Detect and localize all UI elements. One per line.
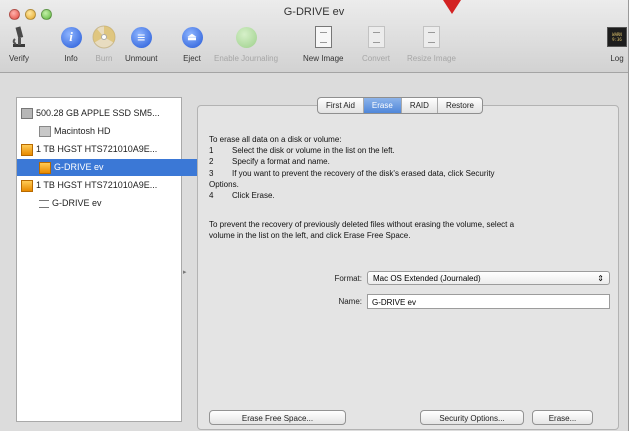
ssd-icon [21,108,33,120]
erase-intro-text: To erase all data on a disk or volume: [209,135,342,144]
info-button[interactable]: i Info [58,24,84,63]
new-image-button[interactable]: New Image [303,24,343,63]
convert-icon [367,26,385,48]
convert-button[interactable]: Convert [362,24,390,63]
tab-raid[interactable]: RAID [402,98,438,113]
name-label: Name: [338,297,362,306]
step-text: Select the disk or volume in the list on… [232,146,395,155]
step-number: 2 [209,157,214,166]
verify-button[interactable]: Verify [6,24,32,63]
step-number: 1 [209,146,214,155]
burn-button[interactable]: Burn [91,24,117,63]
sidebar-disk-apple-ssd[interactable]: 500.28 GB APPLE SSD SM5... [17,105,185,122]
external-disk-icon [21,143,33,156]
erase-free-space-button[interactable]: Erase Free Space... [209,410,346,425]
disk-utility-window: G-DRIVE ev Verify i Info Burn ≡ Unmount … [0,0,629,431]
tab-first-aid[interactable]: First Aid [318,98,364,113]
annotation-arrow [443,0,461,14]
erase-button[interactable]: Erase... [532,410,593,425]
tab-restore[interactable]: Restore [438,98,482,113]
format-select[interactable]: Mac OS Extended (Journaled) ⇕ [367,271,610,285]
volume-icon [39,126,51,138]
volume-name-input[interactable]: G-DRIVE ev [367,294,610,309]
burn-disc-icon [91,24,117,50]
format-label: Format: [334,274,362,283]
step-text-continued: Options. [209,180,239,189]
free-space-note: To prevent the recovery of previously de… [209,220,515,229]
step-text: Specify a format and name. [232,157,330,166]
unmount-button[interactable]: ≡ Unmount [125,24,157,63]
splitter-handle[interactable]: ▸ [183,268,187,276]
disk-list-sidebar: 500.28 GB APPLE SSD SM5... Macintosh HD … [16,97,203,422]
journaling-icon [235,26,257,48]
unmount-icon: ≡ [130,26,152,48]
sidebar-disk-hgst-1[interactable]: 1 TB HGST HTS721010A9E... [17,141,185,158]
log-button[interactable]: WARN 9:36 Log [604,24,630,63]
sidebar-disk-hgst-2[interactable]: 1 TB HGST HTS721010A9E... [17,177,185,194]
external-disk-icon [21,179,33,192]
sidebar-volume-macintosh-hd[interactable]: Macintosh HD [17,123,203,140]
select-stepper-icon: ⇕ [597,274,604,283]
info-icon: i [60,26,82,48]
eject-icon: ⏏ [181,26,203,48]
window-title: G-DRIVE ev [283,6,345,18]
resize-image-button[interactable]: Resize Image [407,24,456,63]
step-text: If you want to prevent the recovery of t… [232,169,495,178]
unmounted-volume-icon [39,199,49,208]
step-number: 3 [209,169,214,178]
new-image-icon [314,26,332,48]
tab-bar: First Aid Erase RAID Restore [317,97,483,114]
free-space-note: volume in the list on the left, and clic… [209,231,411,240]
resize-image-icon [422,26,440,48]
step-text: Click Erase. [232,191,275,200]
security-options-button[interactable]: Security Options... [420,410,524,425]
enable-journaling-button[interactable]: Enable Journaling [214,24,278,63]
title-bar: G-DRIVE ev Verify i Info Burn ≡ Unmount … [0,0,628,73]
step-number: 4 [209,191,214,200]
log-icon: WARN 9:36 [604,24,630,50]
sidebar-volume-g-drive-2[interactable]: G-DRIVE ev [17,195,203,212]
tab-erase[interactable]: Erase [363,98,402,113]
external-volume-icon [39,161,51,174]
sidebar-volume-g-drive-selected[interactable]: G-DRIVE ev [17,159,203,176]
eject-button[interactable]: ⏏ Eject [179,24,205,63]
microscope-icon [6,24,32,50]
